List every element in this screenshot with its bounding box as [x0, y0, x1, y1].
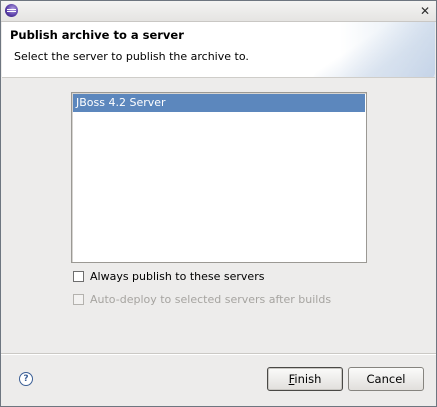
- close-icon[interactable]: ✕: [418, 4, 432, 18]
- server-list[interactable]: JBoss 4.2 Server: [71, 92, 367, 263]
- finish-button[interactable]: Finish: [267, 367, 343, 391]
- page-description: Select the server to publish the archive…: [14, 50, 249, 63]
- finish-label: inish: [294, 372, 322, 386]
- always-publish-checkbox[interactable]: [73, 270, 84, 282]
- always-publish-label[interactable]: Always publish to these servers: [90, 270, 264, 283]
- help-icon[interactable]: ?: [19, 372, 33, 386]
- wizard-banner: Publish archive to a server Select the s…: [2, 22, 435, 78]
- banner-decoration: [306, 22, 435, 77]
- eclipse-icon: [5, 4, 18, 17]
- auto-deploy-label: Auto-deploy to selected servers after bu…: [90, 292, 332, 306]
- footer-separator: [1, 353, 436, 355]
- cancel-button[interactable]: Cancel: [348, 367, 424, 391]
- title-bar: ✕: [1, 1, 436, 22]
- publish-dialog: ✕ Publish archive to a server Select the…: [0, 0, 437, 407]
- auto-deploy-checkbox: [73, 293, 84, 305]
- auto-deploy-option: Auto-deploy to selected servers after bu…: [73, 291, 331, 307]
- always-publish-option[interactable]: Always publish to these servers: [73, 268, 264, 284]
- page-title: Publish archive to a server: [10, 28, 184, 42]
- server-list-item[interactable]: JBoss 4.2 Server: [73, 94, 365, 112]
